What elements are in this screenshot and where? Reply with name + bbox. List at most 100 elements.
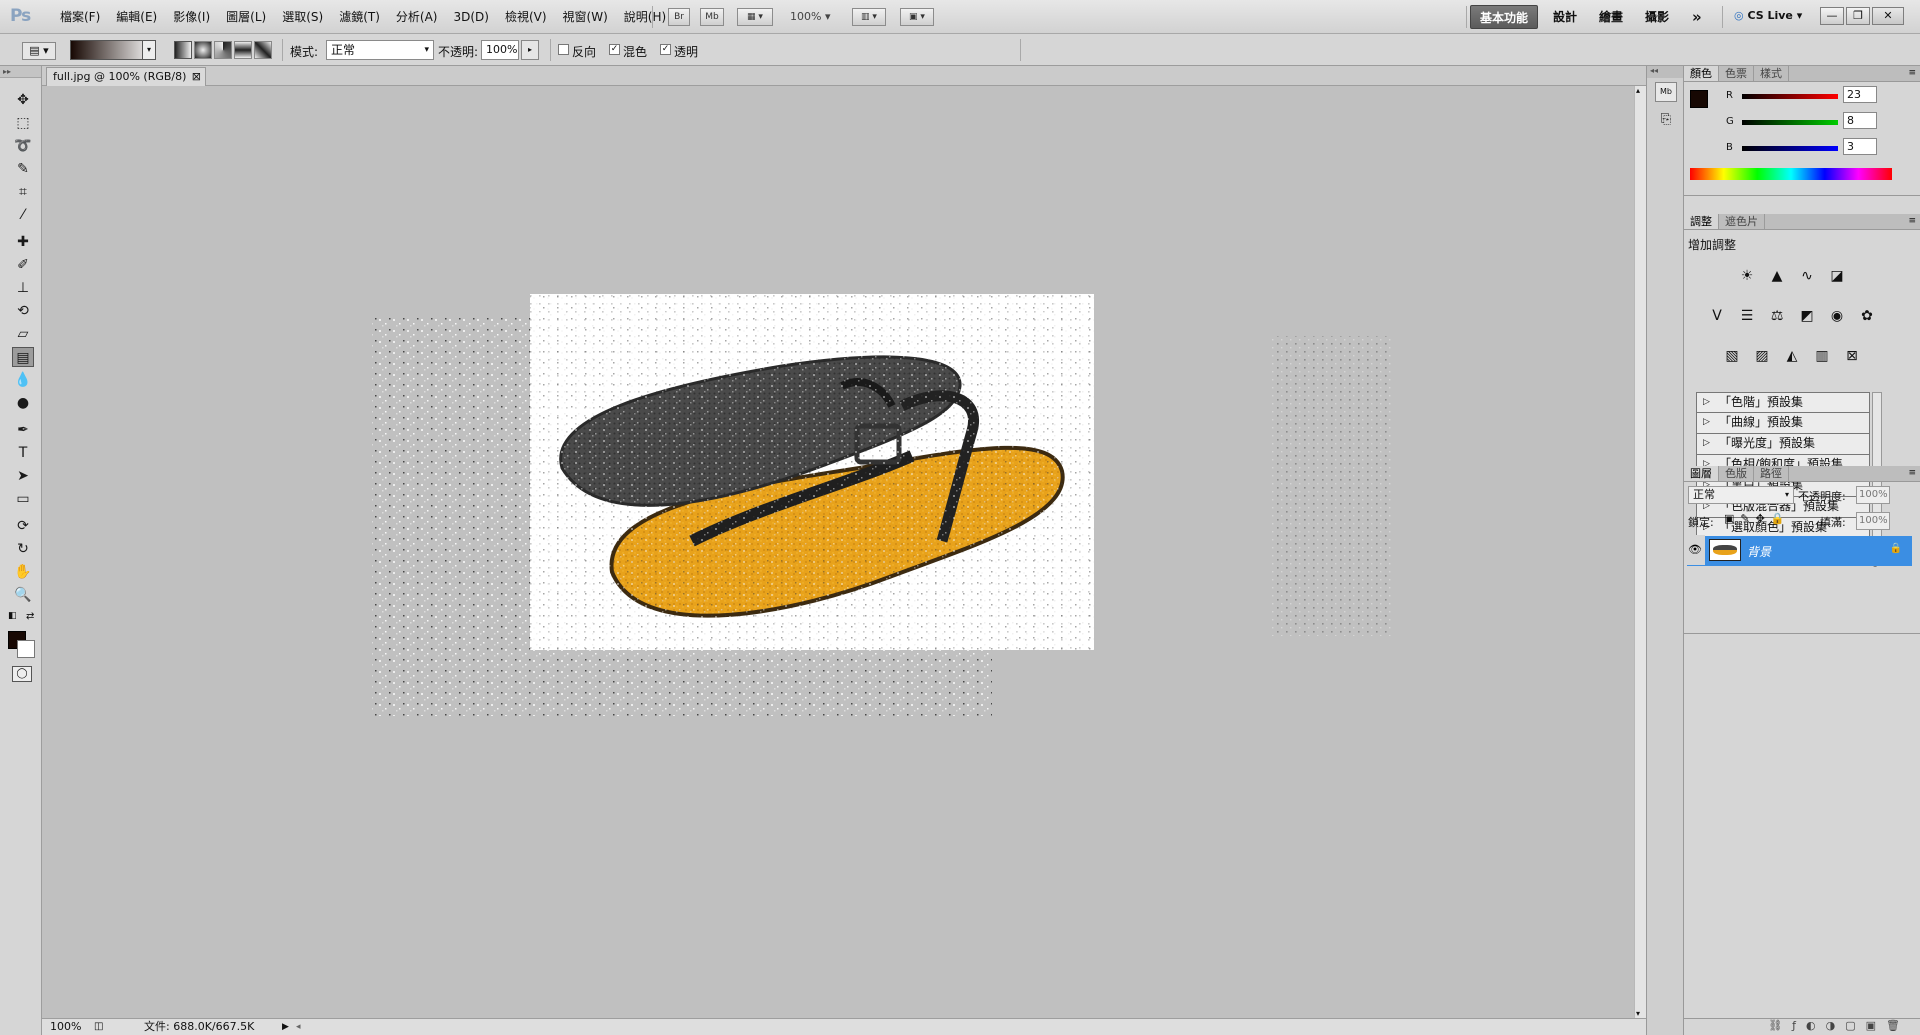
arrange-documents-button[interactable]: ▥ ▾ <box>852 8 886 26</box>
menu-edit[interactable]: 編輯(E) <box>108 9 165 25</box>
tab-styles[interactable]: 樣式 <box>1754 66 1789 81</box>
layer-row-background[interactable]: 👁 背景 🔒 <box>1685 535 1912 566</box>
background-color-swatch[interactable] <box>17 640 35 658</box>
dodge-tool-icon[interactable]: ● <box>12 393 34 413</box>
cs-live-button[interactable]: ◎ CS Live ▾ <box>1734 9 1802 22</box>
3d-orbit-tool-icon[interactable]: ↻ <box>12 539 34 559</box>
transparency-checkbox[interactable]: ✓ <box>660 44 671 55</box>
panel-menu-icon[interactable]: ≡ <box>1908 66 1920 81</box>
layer-name[interactable]: 背景 <box>1747 543 1771 560</box>
status-preview-icon[interactable]: ◫ <box>94 1019 103 1035</box>
threshold-icon[interactable]: ◭ <box>1781 346 1803 366</box>
scroll-up-arrow[interactable]: ▴ <box>1636 86 1640 95</box>
gradient-dropdown-arrow[interactable]: ▾ <box>142 40 156 60</box>
vibrance-icon[interactable]: V <box>1706 306 1728 326</box>
fill-field[interactable]: 100% <box>1856 512 1890 530</box>
workspace-design[interactable]: 設計 <box>1544 5 1586 29</box>
swap-colors-icon[interactable]: ⇄ <box>26 611 34 622</box>
move-tool-icon[interactable]: ✥ <box>12 90 34 110</box>
layer-opacity-field[interactable]: 100% <box>1856 486 1890 504</box>
menu-filter[interactable]: 濾鏡(T) <box>331 9 388 25</box>
crop-tool-icon[interactable]: ⌗ <box>12 182 34 202</box>
blue-value-field[interactable]: 3 <box>1843 138 1877 155</box>
tab-adjustments[interactable]: 調整 <box>1684 214 1719 229</box>
close-tab-icon[interactable]: ⊠ <box>192 68 201 85</box>
hscroll-left-arrow[interactable]: ◂ <box>296 1019 301 1035</box>
quick-mask-icon[interactable]: ◯ <box>12 666 32 682</box>
brush-tool-icon[interactable]: ✐ <box>12 255 34 275</box>
zoom-level-dropdown[interactable]: 100% ▾ <box>790 10 830 23</box>
eraser-tool-icon[interactable]: ▱ <box>12 324 34 344</box>
channel-mixer-icon[interactable]: ✿ <box>1856 306 1878 326</box>
document-tab[interactable]: full.jpg @ 100% (RGB/8) ⊠ <box>46 67 206 86</box>
brightness-contrast-icon[interactable]: ☀ <box>1736 266 1758 286</box>
menu-view[interactable]: 檢視(V) <box>497 9 555 25</box>
menu-window[interactable]: 視窗(W) <box>555 9 616 25</box>
color-balance-icon[interactable]: ⚖ <box>1766 306 1788 326</box>
shape-tool-icon[interactable]: ▭ <box>12 489 34 509</box>
close-button[interactable]: ✕ <box>1872 7 1904 25</box>
levels-icon[interactable]: ▲ <box>1766 266 1788 286</box>
tab-color[interactable]: 顏色 <box>1684 66 1719 81</box>
dither-checkbox[interactable]: ✓ <box>609 44 620 55</box>
gradient-map-icon[interactable]: ▥ <box>1811 346 1833 366</box>
menu-analysis[interactable]: 分析(A) <box>388 9 446 25</box>
blend-mode-select[interactable]: 正常 ▾ <box>1688 486 1794 504</box>
selective-color-icon[interactable]: ⊠ <box>1841 346 1863 366</box>
red-value-field[interactable]: 23 <box>1843 86 1877 103</box>
marquee-tool-icon[interactable]: ⬚ <box>12 113 34 133</box>
tab-masks[interactable]: 遮色片 <box>1719 214 1765 229</box>
menu-help[interactable]: 說明(H) <box>616 9 674 25</box>
angle-gradient-icon[interactable] <box>214 41 232 59</box>
hue-saturation-icon[interactable]: ☰ <box>1736 306 1758 326</box>
scroll-down-arrow[interactable]: ▾ <box>1636 1009 1640 1018</box>
menu-3d[interactable]: 3D(D) <box>445 9 496 25</box>
dock-grip[interactable]: ◂◂ <box>1647 66 1683 78</box>
history-brush-tool-icon[interactable]: ⟲ <box>12 301 34 321</box>
view-extras-button[interactable]: ▦ ▾ <box>737 8 773 26</box>
diamond-gradient-icon[interactable] <box>254 41 272 59</box>
workspace-essentials[interactable]: 基本功能 <box>1470 5 1539 29</box>
workspace-painting[interactable]: 繪畫 <box>1590 5 1632 29</box>
opacity-field[interactable]: 100% <box>481 40 519 60</box>
color-spectrum-bar[interactable] <box>1690 168 1892 180</box>
vertical-scrollbar[interactable]: ▴ ▾ <box>1634 86 1646 1018</box>
minimize-button[interactable]: — <box>1820 7 1844 25</box>
color-panel-fg-swatch[interactable] <box>1690 90 1708 108</box>
menu-select[interactable]: 選取(S) <box>274 9 331 25</box>
tool-preset-picker[interactable]: ▤ ▾ <box>22 42 56 60</box>
visibility-eye-icon[interactable]: 👁 <box>1685 535 1705 565</box>
panel-menu-icon[interactable]: ≡ <box>1908 214 1920 229</box>
mode-select[interactable]: 正常 ▾ <box>326 40 434 60</box>
default-colors-icon[interactable]: ◧ <box>8 611 17 621</box>
green-slider[interactable] <box>1742 120 1838 125</box>
preset-exposure[interactable]: ▷ 「曝光度」預設集 <box>1696 434 1870 455</box>
hand-tool-icon[interactable]: ✋ <box>12 562 34 582</box>
green-value-field[interactable]: 8 <box>1843 112 1877 129</box>
linear-gradient-icon[interactable] <box>174 41 192 59</box>
tab-layers[interactable]: 圖層 <box>1684 466 1719 481</box>
canvas-area[interactable] <box>42 86 1634 1018</box>
status-zoom[interactable]: 100% <box>50 1019 81 1035</box>
reverse-checkbox[interactable] <box>558 44 569 55</box>
screen-mode-button[interactable]: ▣ ▾ <box>900 8 934 26</box>
3d-rotate-tool-icon[interactable]: ⟳ <box>12 516 34 536</box>
eyedropper-tool-icon[interactable]: ⁄ <box>12 205 34 225</box>
preset-curves[interactable]: ▷ 「曲線」預設集 <box>1696 413 1870 434</box>
zoom-tool-icon[interactable]: 🔍 <box>12 585 34 605</box>
opacity-slider-button[interactable]: ▸ <box>521 40 539 60</box>
type-tool-icon[interactable]: T <box>12 443 34 463</box>
menu-image[interactable]: 影像(I) <box>165 9 218 25</box>
reflected-gradient-icon[interactable] <box>234 41 252 59</box>
tab-swatches[interactable]: 色票 <box>1719 66 1754 81</box>
workspace-photography[interactable]: 攝影 <box>1636 5 1678 29</box>
red-slider[interactable] <box>1742 94 1838 99</box>
menu-file[interactable]: 檔案(F) <box>52 9 108 25</box>
exposure-icon[interactable]: ◪ <box>1826 266 1848 286</box>
toolbox-grip[interactable]: ▸▸ <box>0 66 41 78</box>
posterize-icon[interactable]: ▨ <box>1751 346 1773 366</box>
lock-icons[interactable]: ▣✎✥🔒 <box>1724 512 1791 525</box>
menu-layer[interactable]: 圖層(L) <box>218 9 274 25</box>
invert-icon[interactable]: ▧ <box>1721 346 1743 366</box>
radial-gradient-icon[interactable] <box>194 41 212 59</box>
